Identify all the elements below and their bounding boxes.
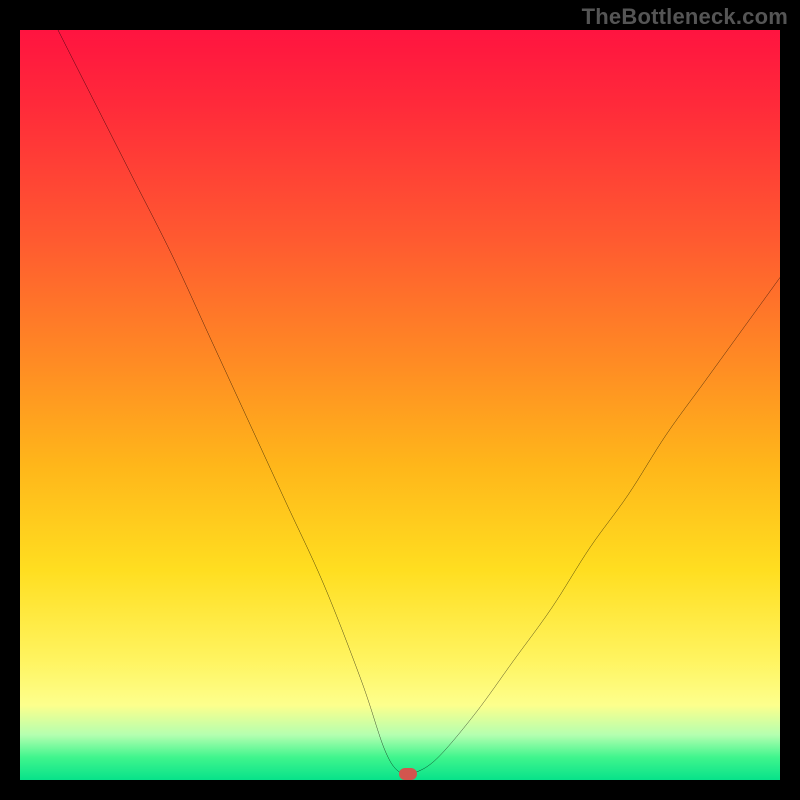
plot-area [20, 30, 780, 780]
watermark-text: TheBottleneck.com [582, 4, 788, 30]
chart-frame: TheBottleneck.com [0, 0, 800, 800]
background-gradient [20, 30, 780, 780]
